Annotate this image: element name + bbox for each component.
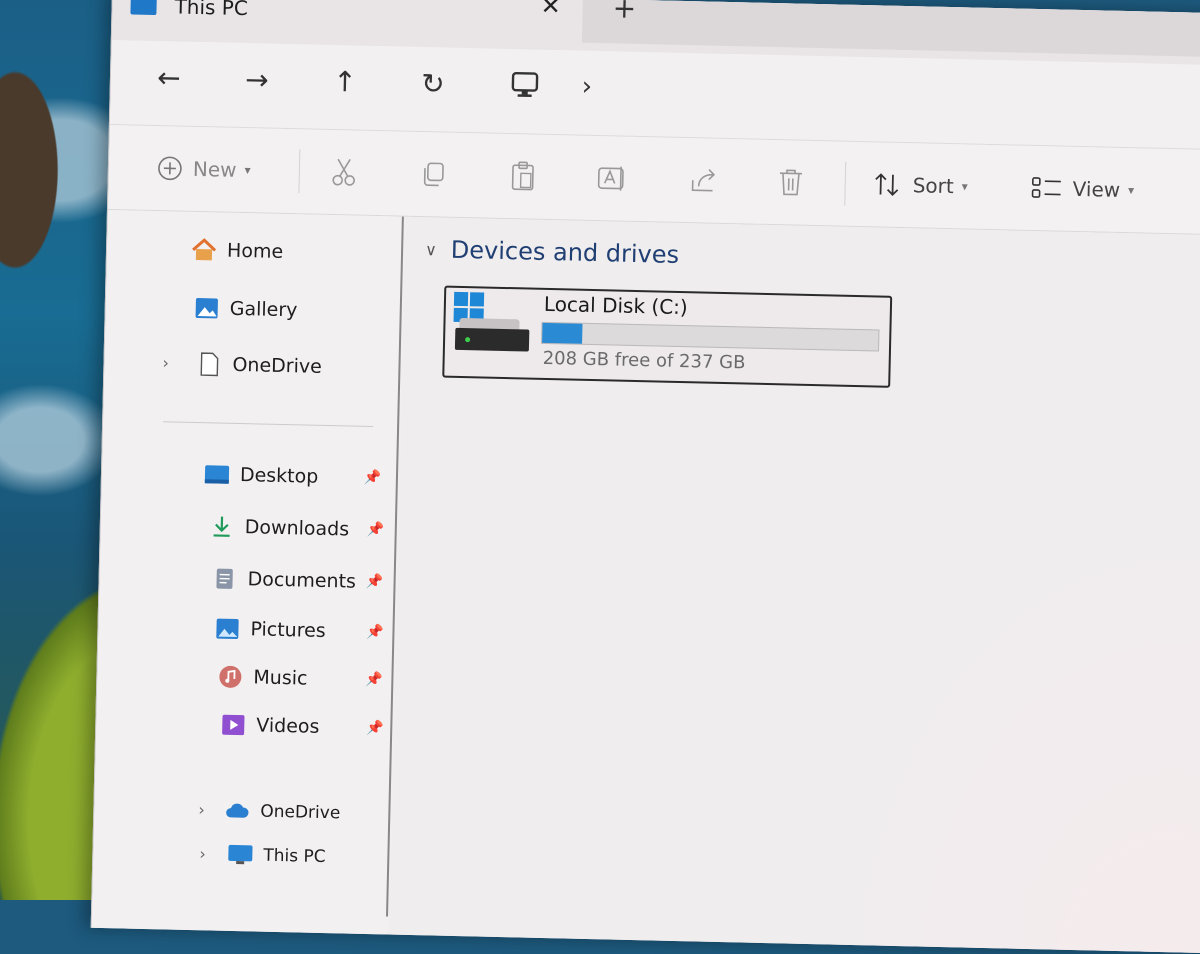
plus-circle-icon bbox=[158, 156, 182, 181]
chevron-down-icon: ▾ bbox=[1127, 183, 1135, 198]
monitor-icon bbox=[130, 0, 157, 16]
sidebar-item-label: Downloads bbox=[244, 516, 350, 541]
chevron-right-icon[interactable]: › bbox=[162, 353, 169, 372]
sidebar-item-downloads[interactable]: Downloads 📌 bbox=[208, 508, 384, 547]
pin-icon: 📌 bbox=[365, 671, 383, 689]
gallery-icon bbox=[194, 297, 220, 320]
view-button[interactable]: View ▾ bbox=[1030, 168, 1134, 210]
pin-icon: 📌 bbox=[363, 469, 382, 487]
arrow-up-icon: ↑ bbox=[332, 64, 358, 99]
sidebar-item-documents[interactable]: Documents 📌 bbox=[211, 560, 383, 599]
sidebar-item-label: OneDrive bbox=[260, 801, 341, 824]
chevron-down-icon: ∨ bbox=[424, 239, 438, 259]
download-icon bbox=[209, 515, 235, 538]
arrow-left-icon: ← bbox=[156, 60, 182, 95]
drive-usage-bar bbox=[541, 321, 880, 352]
copy-icon bbox=[423, 162, 444, 187]
copy-button[interactable] bbox=[418, 154, 447, 195]
sidebar-item-label: Music bbox=[253, 666, 308, 690]
toolbar-separator bbox=[298, 149, 301, 194]
view-list-icon bbox=[1031, 177, 1061, 198]
delete-button[interactable] bbox=[776, 162, 805, 203]
home-icon bbox=[191, 238, 217, 262]
sidebar-item-label: Home bbox=[226, 239, 284, 263]
new-button[interactable]: New ▾ bbox=[156, 148, 251, 190]
sidebar-item-label: Pictures bbox=[250, 618, 326, 643]
sidebar-item-this-pc[interactable]: This PC bbox=[227, 837, 326, 875]
drive-led bbox=[465, 337, 471, 343]
tab-title: This PC bbox=[174, 0, 249, 21]
pin-icon: 📌 bbox=[366, 623, 385, 641]
sidebar-item-label: Desktop bbox=[239, 464, 319, 488]
paste-button[interactable] bbox=[508, 156, 537, 197]
new-tab-button[interactable]: + bbox=[612, 0, 636, 25]
breadcrumb-chevron[interactable]: › bbox=[564, 66, 609, 107]
sidebar-item-pictures[interactable]: Pictures 📌 bbox=[214, 610, 384, 649]
close-tab-button[interactable]: ✕ bbox=[540, 0, 561, 20]
drive-tile-local-disk-c[interactable]: Local Disk (C:) 208 GB free of 237 GB bbox=[442, 285, 893, 388]
cut-button[interactable] bbox=[330, 152, 357, 193]
music-icon bbox=[217, 665, 243, 689]
sidebar-item-music[interactable]: Music 📌 bbox=[217, 659, 383, 697]
sidebar-item-videos[interactable]: Videos 📌 bbox=[220, 707, 384, 745]
pictures-icon bbox=[214, 617, 240, 640]
chevron-down-icon: ▾ bbox=[244, 163, 251, 178]
trash-icon bbox=[779, 169, 802, 196]
sidebar-item-home[interactable]: Home bbox=[191, 232, 284, 270]
view-label: View bbox=[1072, 176, 1121, 202]
refresh-button[interactable]: ↻ bbox=[410, 63, 455, 104]
sort-icon bbox=[875, 173, 899, 197]
sidebar-item-label: This PC bbox=[263, 845, 326, 868]
computer-icon bbox=[227, 844, 253, 867]
chevron-right-icon[interactable]: › bbox=[198, 800, 205, 819]
chevron-right-icon[interactable]: › bbox=[199, 844, 206, 863]
share-button[interactable] bbox=[688, 160, 719, 201]
file-icon bbox=[196, 352, 222, 377]
content-pane: ∨ Devices and drives Local Disk (C:) 208… bbox=[389, 216, 1200, 954]
sidebar-item-label: Videos bbox=[256, 714, 320, 738]
chevron-right-icon: › bbox=[581, 71, 593, 102]
share-icon bbox=[691, 169, 716, 192]
back-button[interactable]: ← bbox=[147, 57, 192, 98]
section-header-devices[interactable]: ∨ Devices and drives bbox=[424, 235, 680, 269]
sidebar-item-desktop[interactable]: Desktop 📌 bbox=[204, 456, 382, 495]
chevron-down-icon: ▾ bbox=[961, 179, 968, 194]
up-button[interactable]: ↑ bbox=[322, 61, 367, 102]
tab-strip bbox=[581, 0, 1200, 59]
rename-icon bbox=[597, 166, 624, 191]
clipboard-icon bbox=[511, 161, 534, 191]
sidebar-item-label: Documents bbox=[247, 568, 357, 593]
cloud-icon bbox=[224, 800, 250, 823]
navigation-pane: Home Gallery › OneDrive Desktop 📌 Downlo… bbox=[91, 209, 404, 935]
videos-icon bbox=[220, 714, 246, 737]
arrow-right-icon: → bbox=[244, 62, 270, 97]
documents-icon bbox=[211, 567, 237, 590]
sidebar-item-onedrive[interactable]: OneDrive bbox=[224, 793, 341, 832]
monitor-icon bbox=[511, 71, 539, 98]
scissors-icon bbox=[332, 158, 355, 186]
forward-button[interactable]: → bbox=[235, 59, 280, 100]
sidebar-item-label: Gallery bbox=[229, 297, 298, 322]
desktop-icon bbox=[204, 463, 230, 486]
sidebar-item-label: OneDrive bbox=[232, 353, 323, 378]
toolbar-separator bbox=[844, 161, 847, 206]
drive-name: Local Disk (C:) bbox=[543, 291, 689, 320]
drive-free-space: 208 GB free of 237 GB bbox=[542, 347, 746, 374]
pin-icon: 📌 bbox=[365, 573, 384, 591]
file-explorer-window: This PC ✕ + ← → ↑ ↻ › New ▾ Sort ▾ View … bbox=[90, 0, 1200, 954]
sort-button[interactable]: Sort ▾ bbox=[872, 164, 968, 206]
sidebar-item-onedrive-personal[interactable]: OneDrive bbox=[196, 346, 322, 385]
sidebar-divider-line bbox=[163, 421, 374, 428]
pin-icon: 📌 bbox=[366, 521, 385, 539]
rename-button[interactable] bbox=[596, 158, 629, 199]
section-title: Devices and drives bbox=[450, 235, 680, 269]
refresh-icon: ↻ bbox=[420, 66, 446, 101]
sort-label: Sort bbox=[912, 173, 954, 199]
this-pc-breadcrumb[interactable] bbox=[502, 65, 547, 106]
drive-usage-fill bbox=[542, 322, 583, 344]
sidebar-item-gallery[interactable]: Gallery bbox=[193, 290, 298, 328]
new-label: New bbox=[192, 156, 237, 182]
pin-icon: 📌 bbox=[366, 719, 384, 737]
